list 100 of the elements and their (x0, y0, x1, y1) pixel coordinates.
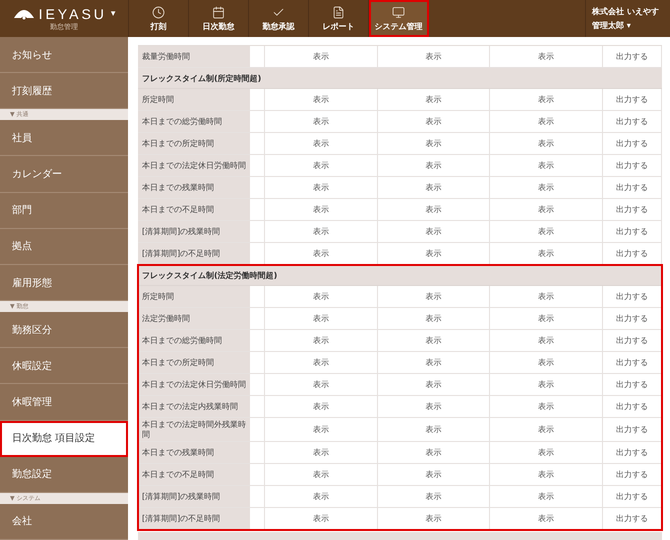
row-label: 本日までの不足時間 (138, 199, 250, 220)
table-cell: 出力する (602, 508, 662, 530)
section-heading: フレックスタイム制(所定時間超) (138, 68, 662, 89)
table-cell: 表示 (490, 330, 603, 351)
row-label: 本日までの法定内残業時間 (138, 396, 250, 417)
table-cell: 表示 (490, 508, 603, 530)
table-cell: 出力する (602, 155, 662, 176)
row-label: 本日までの所定時間 (138, 352, 250, 373)
table-cell: 表示 (265, 243, 378, 264)
table-cell: 表示 (490, 352, 603, 373)
row-label: 本日までの総労働時間 (138, 111, 250, 132)
table-cell: 表示 (378, 286, 490, 307)
table-cell: 表示 (265, 486, 378, 508)
table-cell: 出力する (602, 464, 662, 486)
table-cell: 出力する (602, 352, 662, 373)
table-cell: 表示 (265, 133, 378, 154)
table-cell: 表示 (265, 330, 378, 351)
table-cell: 表示 (490, 486, 603, 508)
table-cell: 出力する (602, 177, 662, 198)
table-cell: 表示 (378, 46, 490, 67)
table-cell: 出力する (602, 396, 662, 417)
table-cell: 表示 (378, 177, 490, 198)
table-cell: 表示 (265, 177, 378, 198)
table-cell: 表示 (265, 418, 378, 442)
row-label: 本日までの総労働時間 (138, 330, 250, 351)
table-cell: 表示 (378, 330, 490, 351)
table-cell: 表示 (265, 464, 378, 486)
table-cell: 表示 (378, 374, 490, 395)
table-cell: 表示 (490, 243, 603, 264)
user-menu[interactable]: 管理太郎 ▾ (592, 20, 670, 31)
row-label: 本日までの所定時間 (138, 133, 250, 154)
table-cell: 出力する (602, 199, 662, 220)
table-cell: 表示 (490, 46, 603, 67)
table-cell: 表示 (490, 464, 603, 486)
table-cell: 表示 (490, 286, 603, 307)
table-cell: 出力する (602, 46, 662, 67)
table-cell: 表示 (378, 243, 490, 264)
table-cell: 表示 (490, 133, 603, 154)
table-cell: 出力する (602, 486, 662, 508)
table-cell: 表示 (265, 46, 378, 67)
table-cell: 表示 (378, 199, 490, 220)
row-label: 本日までの法定時間外残業時間 (138, 418, 250, 442)
sidebar-item[interactable]: 日次勤怠 項目設定 (0, 420, 128, 457)
clock-icon (152, 6, 165, 18)
table-cell: 表示 (490, 177, 603, 198)
table-cell: 表示 (265, 396, 378, 417)
table-cell: 表示 (378, 308, 490, 329)
table-cell: 表示 (378, 352, 490, 373)
row-label: [清算期間]の残業時間 (138, 221, 250, 242)
sidebar-item[interactable]: 勤怠設定 (0, 456, 128, 493)
table-cell: 表示 (265, 199, 378, 220)
table-cell: 出力する (602, 442, 662, 464)
sidebar-item[interactable]: 部門 (0, 192, 128, 229)
table-cell: 出力する (602, 89, 662, 110)
table-cell: 表示 (378, 508, 490, 530)
row-label: 裁量労働時間 (138, 46, 250, 67)
monitor-icon (392, 6, 405, 18)
table-cell: 表示 (378, 464, 490, 486)
table-cell: 表示 (490, 199, 603, 220)
table-cell: 表示 (378, 133, 490, 154)
table-cell: 表示 (265, 155, 378, 176)
row-label: 本日までの法定休日労働時間 (138, 155, 250, 176)
table-cell: 表示 (265, 221, 378, 242)
table-cell: 表示 (378, 111, 490, 132)
table-cell: 出力する (602, 418, 662, 442)
row-label: 本日までの不足時間 (138, 464, 250, 486)
table-cell: 出力する (602, 111, 662, 132)
table-cell: 表示 (490, 418, 603, 442)
table-cell: 表示 (265, 508, 378, 530)
table-cell: 表示 (378, 396, 490, 417)
nav-tab[interactable]: システム管理 (369, 0, 429, 37)
table-cell: 表示 (490, 374, 603, 395)
row-label: 本日までの残業時間 (138, 442, 250, 464)
row-label: 所定時間 (138, 286, 250, 307)
table-cell: 出力する (602, 330, 662, 351)
table-cell: 出力する (602, 243, 662, 264)
table-cell: 表示 (378, 155, 490, 176)
row-label: 法定労働時間 (138, 308, 250, 329)
table-cell: 表示 (265, 442, 378, 464)
table-cell: 出力する (602, 133, 662, 154)
table-cell: 表示 (378, 221, 490, 242)
table-cell: 表示 (490, 155, 603, 176)
table-cell: 表示 (490, 111, 603, 132)
table-cell: 表示 (378, 486, 490, 508)
table-cell: 出力する (602, 374, 662, 395)
calendar-icon (212, 6, 225, 18)
row-label: [清算期間]の不足時間 (138, 243, 250, 264)
row-label: [清算期間]の残業時間 (138, 486, 250, 508)
table-cell: 表示 (490, 396, 603, 417)
row-label: 本日までの法定休日労働時間 (138, 374, 250, 395)
company-name: 株式会社 いえやす (592, 6, 660, 17)
table-cell: 表示 (378, 418, 490, 442)
row-label: [清算期間]の不足時間 (138, 508, 250, 530)
row-label: 本日までの残業時間 (138, 177, 250, 198)
section-heading: フレックスタイム制(法定労働時間超) (138, 265, 662, 286)
table-cell: 表示 (265, 89, 378, 110)
caret-icon[interactable]: ▾ (110, 8, 116, 18)
document-icon (332, 6, 345, 18)
table-cell: 表示 (265, 286, 378, 307)
table-cell: 表示 (265, 374, 378, 395)
